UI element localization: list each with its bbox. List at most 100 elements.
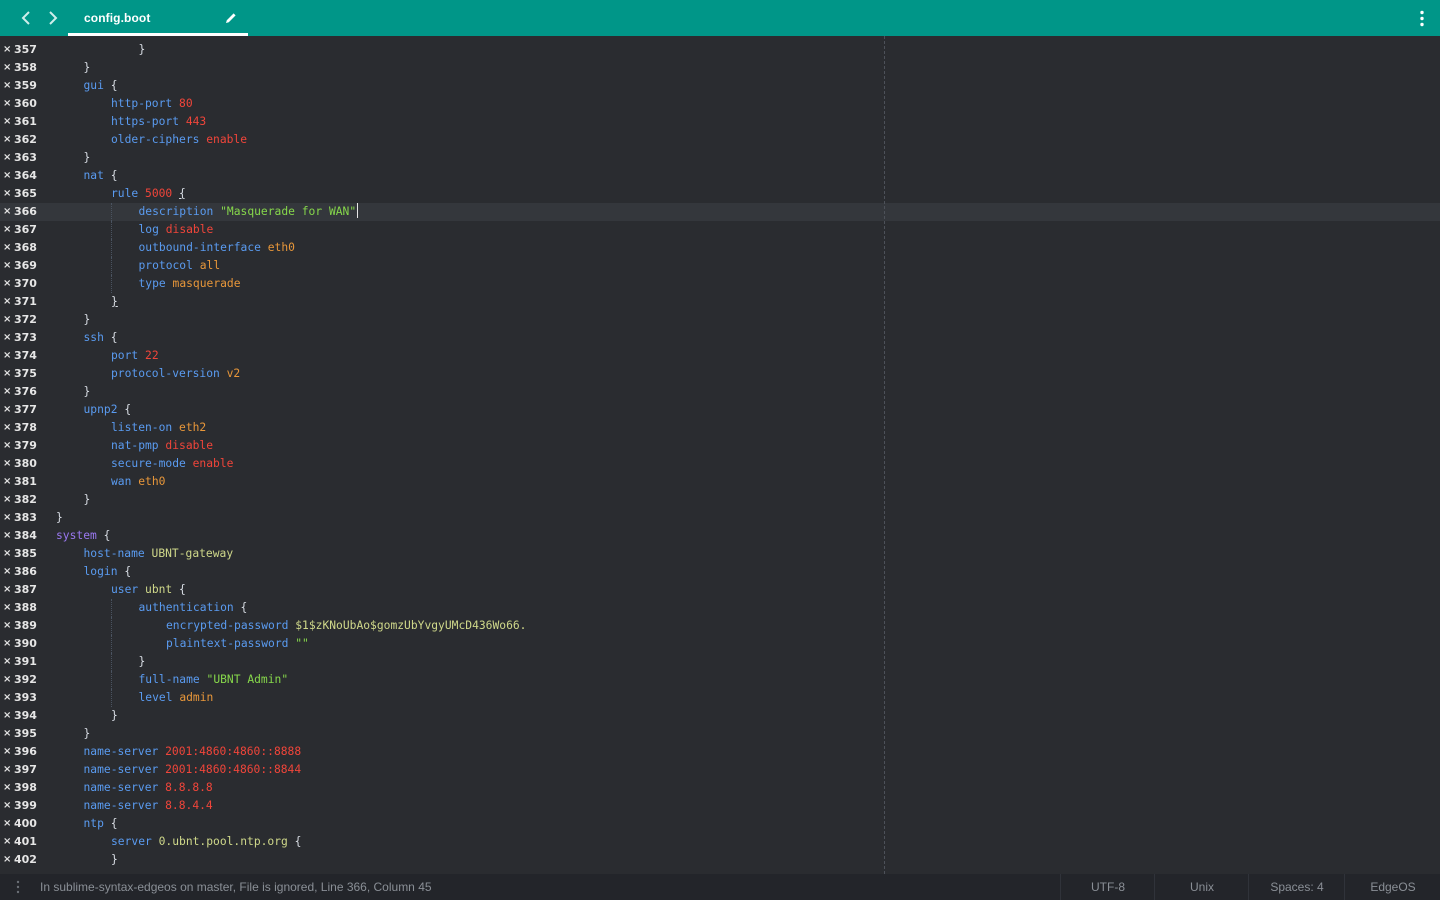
close-icon[interactable]: × [3, 509, 12, 527]
close-icon[interactable]: × [3, 455, 12, 473]
code-line[interactable]: × 357} [0, 41, 1440, 59]
code-line[interactable]: × 377 upnp2 { [0, 401, 1440, 419]
code-line[interactable]: × 392 full-name "UBNT Admin" [0, 671, 1440, 689]
close-icon[interactable]: × [3, 527, 12, 545]
close-icon[interactable]: × [3, 221, 12, 239]
close-icon[interactable]: × [3, 113, 12, 131]
close-icon[interactable]: × [3, 617, 12, 635]
code-editor[interactable]: ×356name-server 8.8.4.4×357}×358}×359gui… [0, 36, 1440, 874]
code-line[interactable]: × 385 host-name UBNT-gateway [0, 545, 1440, 563]
grip-icon[interactable] [16, 880, 20, 894]
close-icon[interactable]: × [3, 671, 12, 689]
code-line[interactable]: × 361 https-port 443 [0, 113, 1440, 131]
code-line[interactable]: × 388 authentication { [0, 599, 1440, 617]
code-line[interactable]: × 362 older-ciphers enable [0, 131, 1440, 149]
close-icon[interactable]: × [3, 275, 12, 293]
code-line[interactable]: × 400 ntp { [0, 815, 1440, 833]
close-icon[interactable]: × [3, 95, 12, 113]
close-icon[interactable]: × [3, 365, 12, 383]
code-line[interactable]: × 396 name-server 2001:4860:4860::8888 [0, 743, 1440, 761]
forward-button[interactable] [43, 8, 63, 28]
code-line[interactable]: × 382} [0, 491, 1440, 509]
code-line[interactable]: × 376} [0, 383, 1440, 401]
close-icon[interactable]: × [3, 689, 12, 707]
close-icon[interactable]: × [3, 725, 12, 743]
close-icon[interactable]: × [3, 797, 12, 815]
close-icon[interactable]: × [3, 761, 12, 779]
code-line[interactable]: × 364 nat { [0, 167, 1440, 185]
code-line[interactable]: × 402} [0, 851, 1440, 869]
close-icon[interactable]: × [3, 239, 12, 257]
syntax-selector[interactable]: EdgeOS [1344, 874, 1440, 900]
close-icon[interactable]: × [3, 203, 12, 221]
close-icon[interactable]: × [3, 833, 12, 851]
close-icon[interactable]: × [3, 41, 12, 59]
close-icon[interactable]: × [3, 329, 12, 347]
code-line[interactable]: × 374 port 22 [0, 347, 1440, 365]
code-line[interactable]: × 375 protocol-version v2 [0, 365, 1440, 383]
close-icon[interactable]: × [3, 131, 12, 149]
tab-config-boot[interactable]: config.boot [68, 0, 248, 36]
code-line[interactable]: × 393 level admin [0, 689, 1440, 707]
close-icon[interactable]: × [3, 293, 12, 311]
code-line[interactable]: × 378 listen-on eth2 [0, 419, 1440, 437]
close-icon[interactable]: × [3, 599, 12, 617]
code-line[interactable]: × 366 description "Masquerade for WAN" [0, 203, 1440, 221]
code-line[interactable]: × 370 type masquerade [0, 275, 1440, 293]
code-line[interactable]: × 380 secure-mode enable [0, 455, 1440, 473]
code-line[interactable]: × 368 outbound-interface eth0 [0, 239, 1440, 257]
code-line[interactable]: × 383} [0, 509, 1440, 527]
close-icon[interactable]: × [3, 167, 12, 185]
close-icon[interactable]: × [3, 653, 12, 671]
code-line[interactable]: × 386 login { [0, 563, 1440, 581]
line-endings-selector[interactable]: Unix [1154, 874, 1249, 900]
encoding-selector[interactable]: UTF-8 [1060, 874, 1155, 900]
close-icon[interactable]: × [3, 635, 12, 653]
code-line[interactable]: × 369 protocol all [0, 257, 1440, 275]
code-line[interactable]: × 358} [0, 59, 1440, 77]
close-icon[interactable]: × [3, 59, 12, 77]
code-line[interactable]: × 398 name-server 8.8.8.8 [0, 779, 1440, 797]
code-line[interactable]: × 390 plaintext-password "" [0, 635, 1440, 653]
code-line[interactable]: × 391} [0, 653, 1440, 671]
close-icon[interactable]: × [3, 743, 12, 761]
more-vertical-icon[interactable] [1418, 10, 1426, 28]
close-icon[interactable]: × [3, 815, 12, 833]
code-line[interactable]: × 397 name-server 2001:4860:4860::8844 [0, 761, 1440, 779]
code-line[interactable]: × 389 encrypted-password $1$zKNoUbAo$gomzU… [0, 617, 1440, 635]
code-line[interactable]: × 379 nat-pmp disable [0, 437, 1440, 455]
close-icon[interactable]: × [3, 851, 12, 869]
code-line[interactable]: × 367 log disable [0, 221, 1440, 239]
code-line[interactable]: × 384 system { [0, 527, 1440, 545]
code-line[interactable]: × 373 ssh { [0, 329, 1440, 347]
code-line[interactable]: × 381 wan eth0 [0, 473, 1440, 491]
close-icon[interactable]: × [3, 401, 12, 419]
close-icon[interactable]: × [3, 581, 12, 599]
code-line[interactable]: × 387 user ubnt { [0, 581, 1440, 599]
close-icon[interactable]: × [3, 185, 12, 203]
code-line[interactable]: × 360 http-port 80 [0, 95, 1440, 113]
close-icon[interactable]: × [3, 311, 12, 329]
close-icon[interactable]: × [3, 491, 12, 509]
close-icon[interactable]: × [3, 545, 12, 563]
code-line[interactable]: × 359 gui { [0, 77, 1440, 95]
code-line[interactable]: × 395} [0, 725, 1440, 743]
close-icon[interactable]: × [3, 707, 12, 725]
close-icon[interactable]: × [3, 437, 12, 455]
close-icon[interactable]: × [3, 149, 12, 167]
code-line[interactable]: × 371} [0, 293, 1440, 311]
indentation-selector[interactable]: Spaces: 4 [1248, 874, 1345, 900]
code-line[interactable]: × 363} [0, 149, 1440, 167]
close-icon[interactable]: × [3, 419, 12, 437]
close-icon[interactable]: × [3, 383, 12, 401]
close-icon[interactable]: × [3, 77, 12, 95]
close-icon[interactable]: × [3, 257, 12, 275]
close-icon[interactable]: × [3, 779, 12, 797]
code-line[interactable]: × 394} [0, 707, 1440, 725]
close-icon[interactable]: × [3, 473, 12, 491]
code-line[interactable]: × 401 server 0.ubnt.pool.ntp.org { [0, 833, 1440, 851]
close-icon[interactable]: × [3, 563, 12, 581]
back-button[interactable] [16, 8, 36, 28]
code-line[interactable]: × 372} [0, 311, 1440, 329]
code-line[interactable]: × 399 name-server 8.8.4.4 [0, 797, 1440, 815]
